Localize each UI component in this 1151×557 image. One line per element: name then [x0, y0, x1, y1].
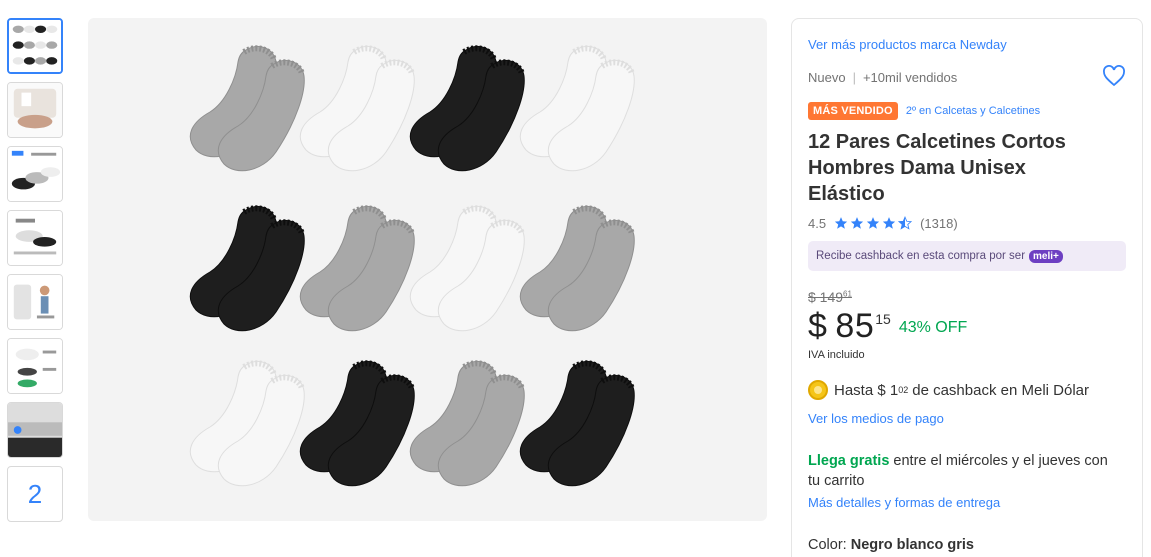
favorite-heart-icon[interactable]: [1102, 65, 1126, 87]
star-half-icon: [898, 216, 913, 230]
category-rank-link[interactable]: 2º en Calcetas y Calcetines: [906, 105, 1040, 117]
rating-count: (1318): [920, 215, 958, 231]
thumbnail-gallery: 2: [7, 18, 63, 530]
tax-note: IVA incluido: [808, 349, 865, 361]
star-full-icon: [866, 217, 880, 229]
condition-row: Nuevo | +10mil vendidos: [808, 67, 1126, 87]
color-label: Color:: [808, 537, 847, 553]
more-images-count: 2: [27, 478, 43, 509]
thumbnail-6[interactable]: [7, 338, 63, 394]
main-product-image[interactable]: [88, 18, 767, 521]
free-shipping-label: Llega gratis: [808, 453, 890, 469]
star-full-icon: [882, 217, 896, 229]
shipping-info: Llega gratis entre el miércoles y el jue…: [808, 451, 1118, 491]
rating-value: 4.5: [808, 215, 827, 231]
star-full-icon: [834, 217, 848, 229]
more-images-button[interactable]: 2: [7, 466, 63, 522]
thumbnail-4[interactable]: [7, 210, 63, 266]
rating-stars: [834, 216, 914, 230]
meli-plus-logo: meli+: [1029, 249, 1063, 263]
meli-dolar-coin-icon: [808, 380, 828, 400]
rating-row[interactable]: 4.5 (1318): [808, 213, 1126, 233]
brand-link[interactable]: Ver más productos marca Newday: [808, 37, 1126, 57]
original-price-main: $ 149: [808, 289, 844, 305]
buy-box: Ver más productos marca Newday Nuevo | +…: [791, 18, 1143, 557]
separator: |: [852, 69, 856, 85]
cashback-description: de cashback en Meli Dólar: [912, 381, 1089, 399]
socks-grid-illustration: [189, 45, 635, 487]
condition-label: Nuevo: [808, 69, 846, 85]
payment-methods-link[interactable]: Ver los medios de pago: [808, 411, 1126, 429]
price-symbol: $: [808, 307, 828, 345]
thumbnail-1[interactable]: [7, 18, 63, 74]
meli-plus-cashback-banner[interactable]: Recibe cashback en esta compra por ser m…: [808, 241, 1126, 271]
thumbnail-2[interactable]: [7, 82, 63, 138]
price-row: $ 85 15 43% OFF: [808, 307, 1126, 347]
cashback-amount-cents: 02: [898, 385, 909, 395]
bestseller-row: MÁS VENDIDO 2º en Calcetas y Calcetines: [808, 101, 1126, 121]
original-price: $ 14961: [808, 289, 1126, 305]
cashback-row: Hasta $ 1 02 de cashback en Meli Dólar: [808, 379, 1126, 401]
thumbnail-5[interactable]: [7, 274, 63, 330]
color-selector-label: Color: Negro blanco gris: [808, 537, 1126, 553]
thumbnail-7[interactable]: [7, 402, 63, 458]
star-full-icon: [850, 217, 864, 229]
cashback-amount-main: Hasta $ 1: [834, 381, 899, 399]
thumbnail-3[interactable]: [7, 146, 63, 202]
color-value: Negro blanco gris: [850, 537, 974, 553]
product-title: 12 Pares Calcetines Cortos Hombres Dama …: [808, 131, 1066, 205]
original-price-cents: 61: [843, 289, 852, 299]
price-main: 85: [835, 307, 875, 345]
cashback-banner-text: Recibe cashback en esta compra por ser: [816, 250, 1026, 262]
bestseller-badge: MÁS VENDIDO: [808, 102, 898, 120]
discount-label: 43% OFF: [898, 319, 968, 336]
sold-count: +10mil vendidos: [862, 69, 958, 85]
shipping-details-link[interactable]: Más detalles y formas de entrega: [808, 495, 1126, 513]
price-cents: 15: [875, 311, 891, 327]
